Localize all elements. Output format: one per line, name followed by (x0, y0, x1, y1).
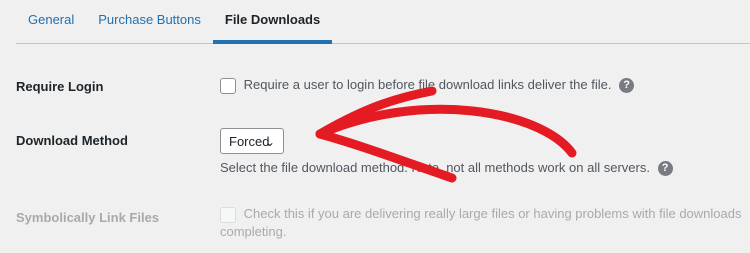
download-method-value: Forced (229, 134, 270, 149)
require-login-label: Require Login (16, 79, 104, 94)
help-icon[interactable]: ? (657, 161, 673, 177)
tab-file-downloads[interactable]: File Downloads (212, 0, 333, 44)
require-login-checkbox[interactable] (220, 77, 236, 94)
require-login-text: Require a user to login before file down… (243, 77, 612, 92)
tab-general[interactable]: General (16, 0, 86, 43)
symlink-text-2: completing. (220, 223, 287, 239)
require-login-field: Require a user to login before file down… (220, 77, 635, 94)
download-method-select[interactable]: Forced ⌄ (220, 128, 284, 154)
symlink-text-1: Check this if you are delivering really … (243, 206, 742, 221)
symlink-checkbox[interactable] (220, 206, 236, 223)
download-method-description: Select the file download method. Note, n… (220, 160, 650, 175)
symlink-label: Symbolically Link Files (16, 210, 160, 225)
chevron-down-icon: ⌄ (264, 135, 275, 149)
tab-purchase-buttons[interactable]: Purchase Buttons (86, 0, 213, 43)
symlink-field: Check this if you are delivering really … (220, 205, 741, 240)
settings-tabs: General Purchase Buttons File Downloads (16, 0, 750, 44)
download-method-label: Download Method (16, 133, 128, 148)
help-icon[interactable]: ? (619, 78, 635, 94)
download-method-field: Forced ⌄ Select the file download method… (220, 128, 673, 177)
